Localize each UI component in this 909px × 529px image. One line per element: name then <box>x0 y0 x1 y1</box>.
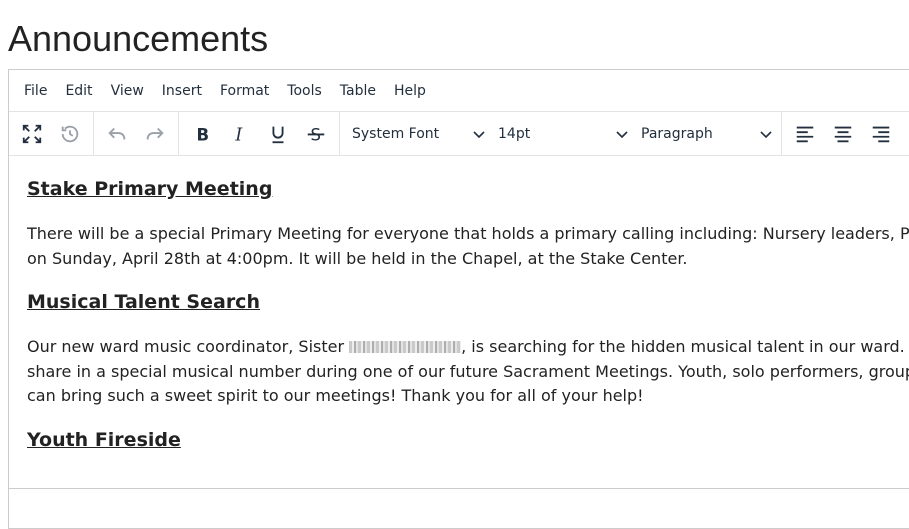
svg-text:B: B <box>197 125 210 144</box>
bold-button[interactable]: B <box>185 117 219 151</box>
align-center-button[interactable] <box>826 117 860 151</box>
chevron-down-icon <box>473 130 485 138</box>
menu-help[interactable]: Help <box>385 77 435 105</box>
font-size-value: 14pt <box>498 125 531 142</box>
toolbar-group-formatting: B I S <box>179 111 340 156</box>
toolbar-group-view <box>9 111 94 156</box>
redo-icon <box>146 127 164 139</box>
heading-musical-talent-search: Musical Talent Search <box>27 291 260 313</box>
paragraph-musical-talent: Our new ward music coordinator, Sister ,… <box>27 335 909 409</box>
paragraph-line: share in a special musical number during… <box>27 361 909 381</box>
italic-icon: I <box>234 125 243 145</box>
redacted-name <box>349 341 462 353</box>
font-size-select[interactable]: 14pt <box>490 117 633 151</box>
font-family-select[interactable]: System Font <box>344 117 490 151</box>
history-button[interactable] <box>53 117 87 151</box>
editor-toolbar: B I S System Font 14pt Paragraph <box>9 111 909 156</box>
underline-icon <box>272 126 284 143</box>
history-icon <box>61 125 79 142</box>
paragraph-line: can bring such a sweet spirit to our mee… <box>27 386 644 405</box>
editor-menubar: File Edit View Insert Format Tools Table… <box>9 70 909 112</box>
rich-text-editor: File Edit View Insert Format Tools Table… <box>8 69 909 529</box>
block-format-value: Paragraph <box>641 125 713 142</box>
heading-youth-fireside: Youth Fireside <box>27 428 181 451</box>
toolbar-group-alignment <box>782 112 909 156</box>
paragraph-line-end: , is searching for the hidden musical ta… <box>461 337 909 356</box>
menu-edit[interactable]: Edit <box>56 77 101 105</box>
fullscreen-icon <box>22 124 42 143</box>
fullscreen-button[interactable] <box>15 117 49 151</box>
font-family-value: System Font <box>352 125 440 142</box>
menu-table[interactable]: Table <box>331 77 385 105</box>
toolbar-group-selects: System Font 14pt Paragraph <box>340 111 782 156</box>
strikethrough-icon: S <box>307 125 325 144</box>
svg-text:I: I <box>234 125 243 145</box>
italic-button[interactable]: I <box>223 117 257 151</box>
redo-button[interactable] <box>138 117 172 151</box>
menu-tools[interactable]: Tools <box>278 77 331 105</box>
paragraph-line: There will be a special Primary Meeting … <box>27 224 909 243</box>
editor-content[interactable]: Stake Primary Meeting There will be a sp… <box>9 156 909 453</box>
paragraph-primary-meeting: There will be a special Primary Meeting … <box>27 222 909 271</box>
strikethrough-button[interactable]: S <box>299 117 333 151</box>
bold-icon: B <box>197 125 210 144</box>
menu-insert[interactable]: Insert <box>153 77 211 105</box>
align-center-icon <box>834 126 852 142</box>
editor-statusbar <box>9 488 909 528</box>
menu-view[interactable]: View <box>102 77 153 105</box>
menu-file[interactable]: File <box>15 77 56 105</box>
justify-button[interactable] <box>902 117 909 151</box>
menu-format[interactable]: Format <box>211 77 278 105</box>
block-format-select[interactable]: Paragraph <box>633 117 777 151</box>
undo-button[interactable] <box>100 117 134 151</box>
chevron-down-icon <box>760 130 772 138</box>
undo-icon <box>108 127 126 139</box>
paragraph-line: on Sunday, April 28th at 4:00pm. It will… <box>27 248 688 268</box>
underline-button[interactable] <box>261 117 295 151</box>
chevron-down-icon <box>616 130 628 138</box>
toolbar-group-history <box>94 111 179 156</box>
align-right-button[interactable] <box>864 117 898 151</box>
heading-stake-primary-meeting: Stake Primary Meeting <box>27 178 273 200</box>
align-left-icon <box>796 126 814 142</box>
page-title: Announcements <box>8 18 269 59</box>
paragraph-line-start: Our new ward music coordinator, Sister <box>27 337 350 356</box>
align-left-button[interactable] <box>788 117 822 151</box>
align-right-icon <box>872 126 890 142</box>
